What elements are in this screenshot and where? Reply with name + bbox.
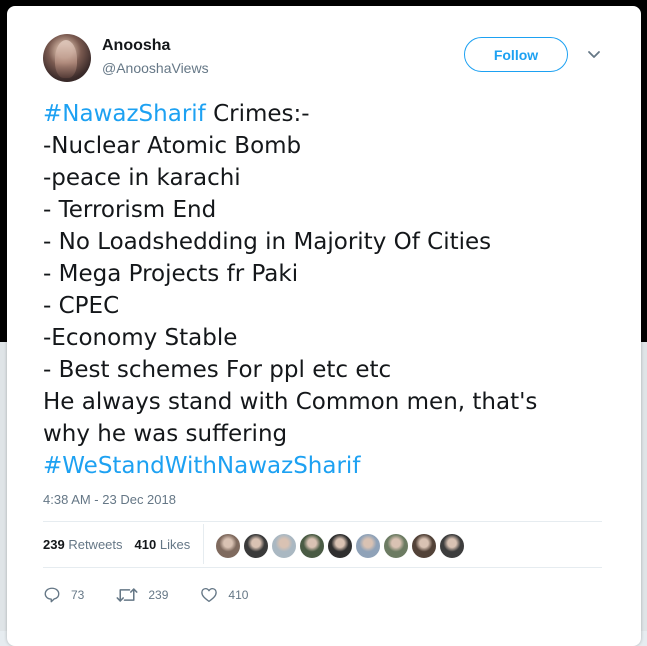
tweet-line: -Economy Stable [43,322,603,354]
retweet-count: 239 [148,588,169,602]
user-display-name[interactable]: Anoosha [102,37,170,55]
liker-avatar[interactable] [299,533,325,559]
likes-label: Likes [159,537,191,552]
tweet-line-text: why he was suffering [43,421,288,447]
liker-avatar[interactable] [215,533,241,559]
default-avatar[interactable] [271,533,297,559]
hashtag-link[interactable]: #WeStandWithNawazSharif [43,453,360,479]
tweet-line-text: - Best schemes For ppl etc etc [43,357,392,383]
like-button[interactable]: 410 [200,586,248,604]
tweet-line-text: - Mega Projects fr Paki [43,261,299,287]
liker-avatar[interactable] [383,533,409,559]
tweet-actions: 73 239 410 [43,586,280,604]
liker-avatar[interactable] [411,533,437,559]
retweet-button[interactable]: 239 [116,586,168,604]
tweet-line-text: -Economy Stable [43,325,238,351]
reply-button[interactable]: 73 [43,586,84,604]
hashtag-link[interactable]: #NawazSharif [43,101,206,127]
tweet-text: #NawazSharif Crimes:- -Nuclear Atomic Bom… [43,98,603,482]
tweet-line-text: - CPEC [43,293,120,319]
tweet-line-text: Crimes:- [205,101,310,127]
liker-avatar[interactable] [327,533,353,559]
user-avatar[interactable] [43,34,91,82]
tweet-line: - Mega Projects fr Paki [43,258,603,290]
reply-count: 73 [71,588,85,602]
tweet-line-text: -peace in karachi [43,165,241,191]
tweet-line: -peace in karachi [43,162,603,194]
tweet-line: - Best schemes For ppl etc etc [43,354,603,386]
tweet-line-text: - Terrorism End [43,197,217,223]
liker-avatar[interactable] [243,533,269,559]
tweet-line-text: -Nuclear Atomic Bomb [43,133,302,159]
like-count: 410 [228,588,249,602]
tweet-line: #NawazSharif Crimes:- [43,98,603,130]
retweet-icon [116,588,138,602]
tweet-line-text: - No Loadshedding in Majority Of Cities [43,229,492,255]
tweet-line: He always stand with Common men, that's [43,386,603,418]
chevron-down-icon[interactable] [585,48,603,62]
retweets-count: 239 [43,537,65,552]
tweet-line-text: He always stand with Common men, that's [43,389,538,415]
tweet-line: - CPEC [43,290,603,322]
tweet-stats: 239 Retweets 410 Likes [43,537,190,552]
retweets-label: Retweets [68,537,123,552]
tweet-line: - Terrorism End [43,194,603,226]
stats-separator [203,524,204,564]
likes-count: 410 [134,537,157,552]
reply-icon [44,587,60,603]
divider [43,567,602,568]
tweet-line: why he was suffering [43,418,603,450]
heart-icon [201,587,218,603]
user-handle[interactable]: @AnooshaViews [102,60,209,76]
follow-button[interactable]: Follow [464,37,568,72]
liker-avatars [215,533,465,559]
tweet-timestamp[interactable]: 4:38 AM - 23 Dec 2018 [43,492,176,507]
retweets-stat[interactable]: 239 Retweets [43,537,123,552]
divider [43,521,602,522]
tweet-line: #WeStandWithNawazSharif [43,450,603,482]
liker-avatar[interactable] [439,533,465,559]
liker-avatar[interactable] [355,533,381,559]
likes-stat[interactable]: 410 Likes [135,537,191,552]
tweet-line: -Nuclear Atomic Bomb [43,130,603,162]
tweet-card: Anoosha @AnooshaViews Follow #NawazShari… [7,6,641,646]
tweet-line: - No Loadshedding in Majority Of Cities [43,226,603,258]
